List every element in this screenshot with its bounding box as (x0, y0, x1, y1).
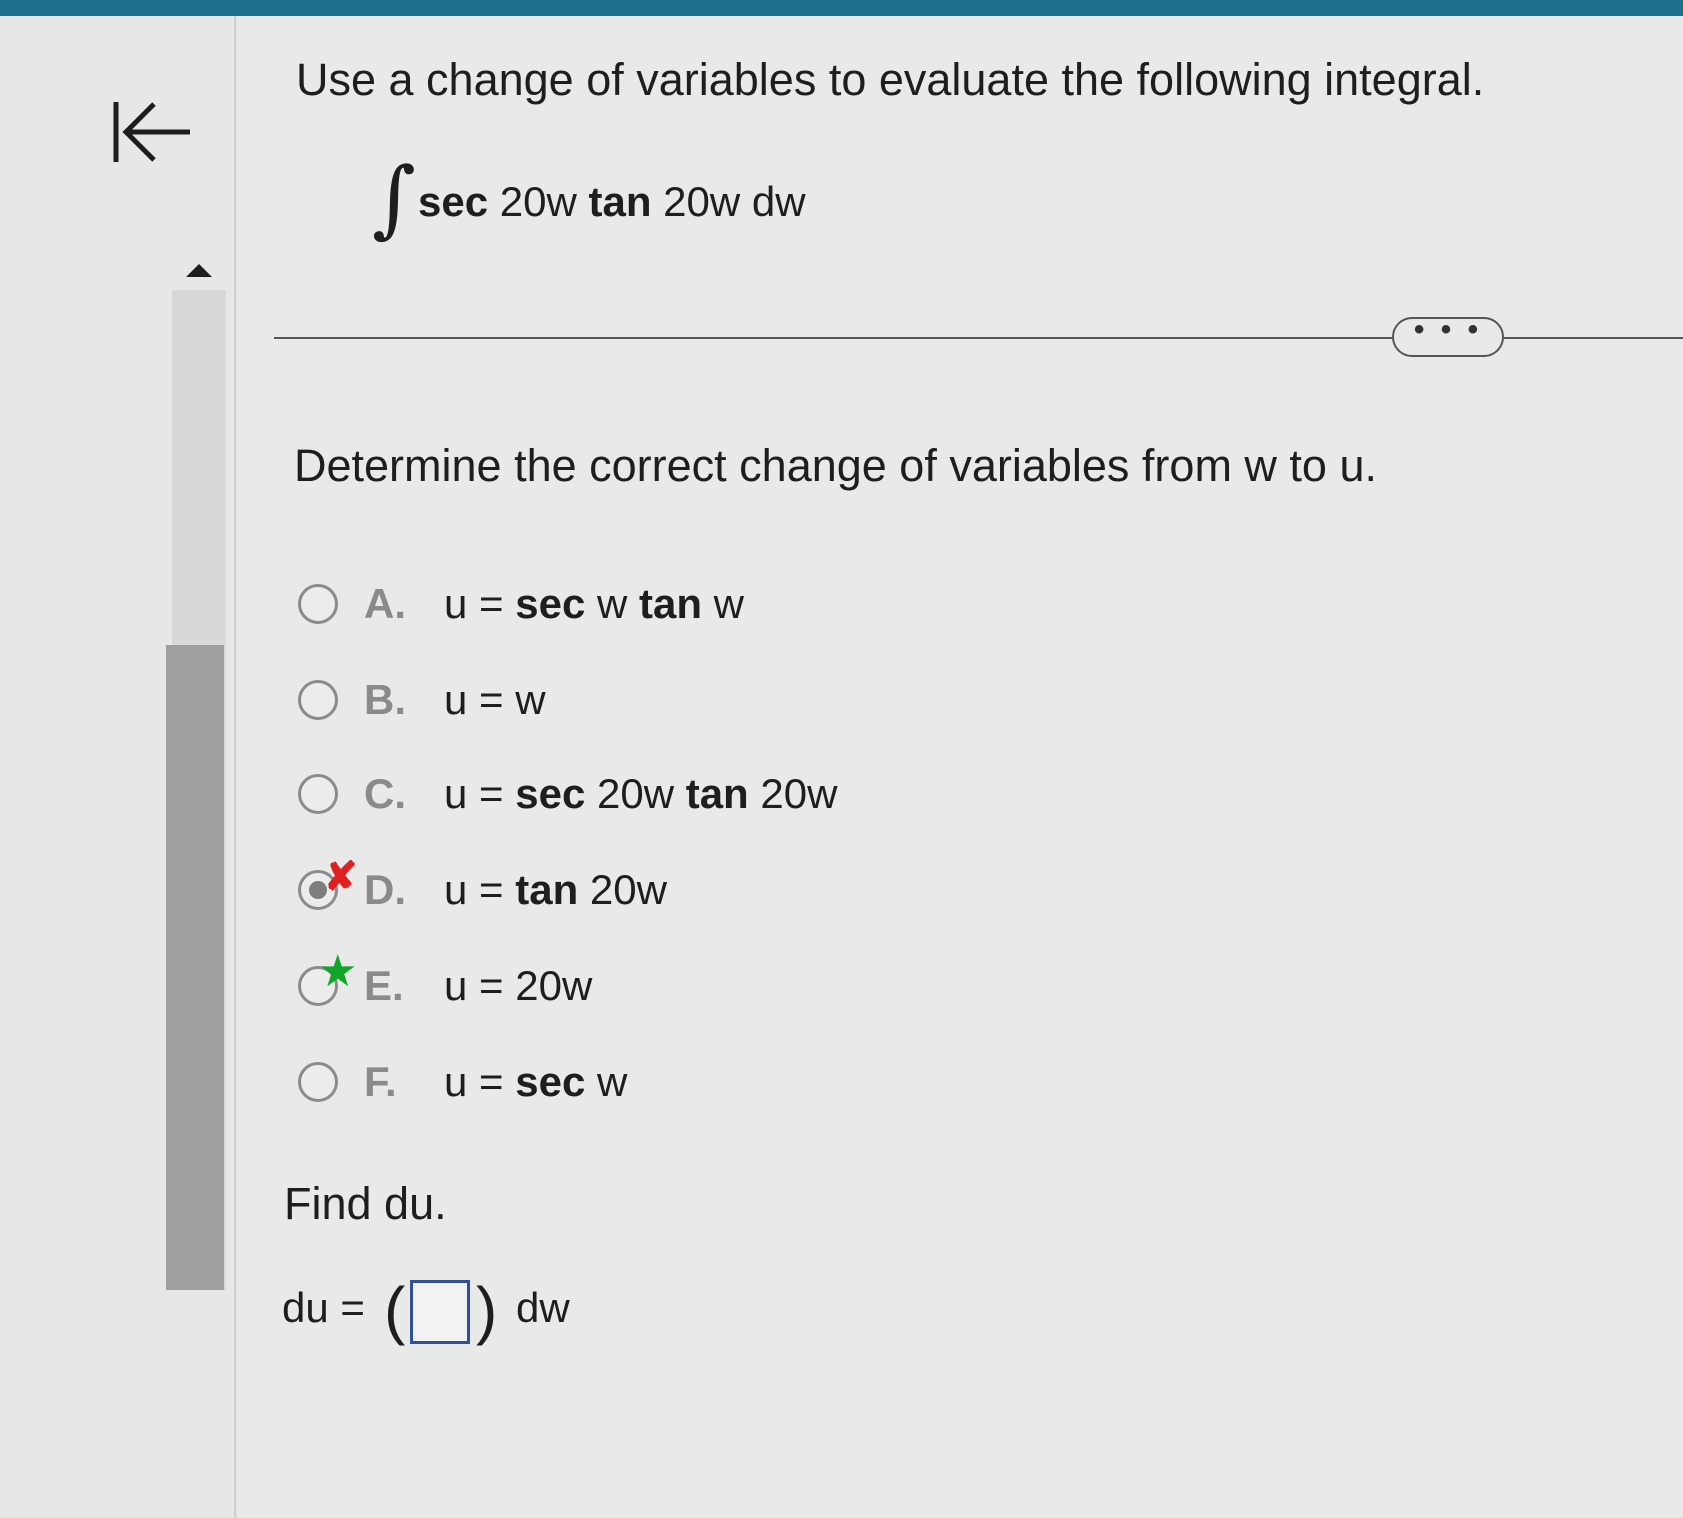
option-letter: F. (364, 1058, 397, 1105)
open-paren: ( (384, 1274, 406, 1346)
find-du-prompt: Find du. (284, 1178, 447, 1229)
radio-button[interactable] (298, 774, 338, 814)
option-letter: D. (364, 866, 406, 913)
radio-button[interactable] (298, 584, 338, 624)
change-of-variables-prompt: Determine the correct change of variable… (294, 440, 1377, 491)
close-paren: ) (476, 1274, 498, 1346)
du-answer-row: du = ( ) dw (282, 1272, 682, 1352)
radio-button[interactable] (298, 1062, 338, 1102)
option-c[interactable]: C. u = sec 20w tan 20w (294, 766, 1194, 826)
du-label: du = (282, 1284, 365, 1331)
option-expression: u = sec 20w tan 20w (444, 770, 838, 817)
top-bar (0, 0, 1683, 16)
incorrect-mark-icon: ✘ (324, 855, 358, 899)
option-letter: C. (364, 770, 406, 817)
more-options-button[interactable]: • • • (1392, 315, 1504, 357)
correct-star-icon: ★ (318, 947, 358, 996)
scrollbar-thumb[interactable] (166, 645, 224, 1290)
option-e[interactable]: ★ E. u = 20w (294, 947, 1194, 1018)
option-letter: E. (364, 962, 404, 1009)
dw-label: dw (516, 1284, 570, 1331)
arrow-left-to-bar-icon (113, 102, 190, 162)
option-letter: B. (364, 676, 406, 723)
option-f[interactable]: F. u = sec w (294, 1054, 1194, 1114)
option-d[interactable]: ✘ D. u = tan 20w (294, 855, 1194, 922)
integrand: sec 20w tan 20w dw (418, 178, 806, 225)
option-expression: u = sec w (444, 1058, 628, 1105)
option-expression: u = tan 20w (444, 866, 667, 913)
scroll-up-arrow-icon[interactable] (186, 264, 212, 277)
option-b[interactable]: B. u = w (294, 672, 1194, 732)
option-a[interactable]: A. u = sec w tan w (294, 576, 1194, 636)
option-letter: A. (364, 580, 406, 627)
answer-input-box[interactable] (410, 1280, 470, 1344)
integral-sign: ∫ (372, 149, 416, 247)
radio-button[interactable] (298, 680, 338, 720)
option-expression: u = w (444, 676, 546, 723)
collapse-panel-button[interactable] (110, 96, 200, 168)
left-panel (0, 16, 236, 1518)
option-expression: u = sec w tan w (444, 580, 744, 627)
question-text: Use a change of variables to evaluate th… (296, 54, 1485, 105)
option-expression: u = 20w (444, 962, 593, 1009)
